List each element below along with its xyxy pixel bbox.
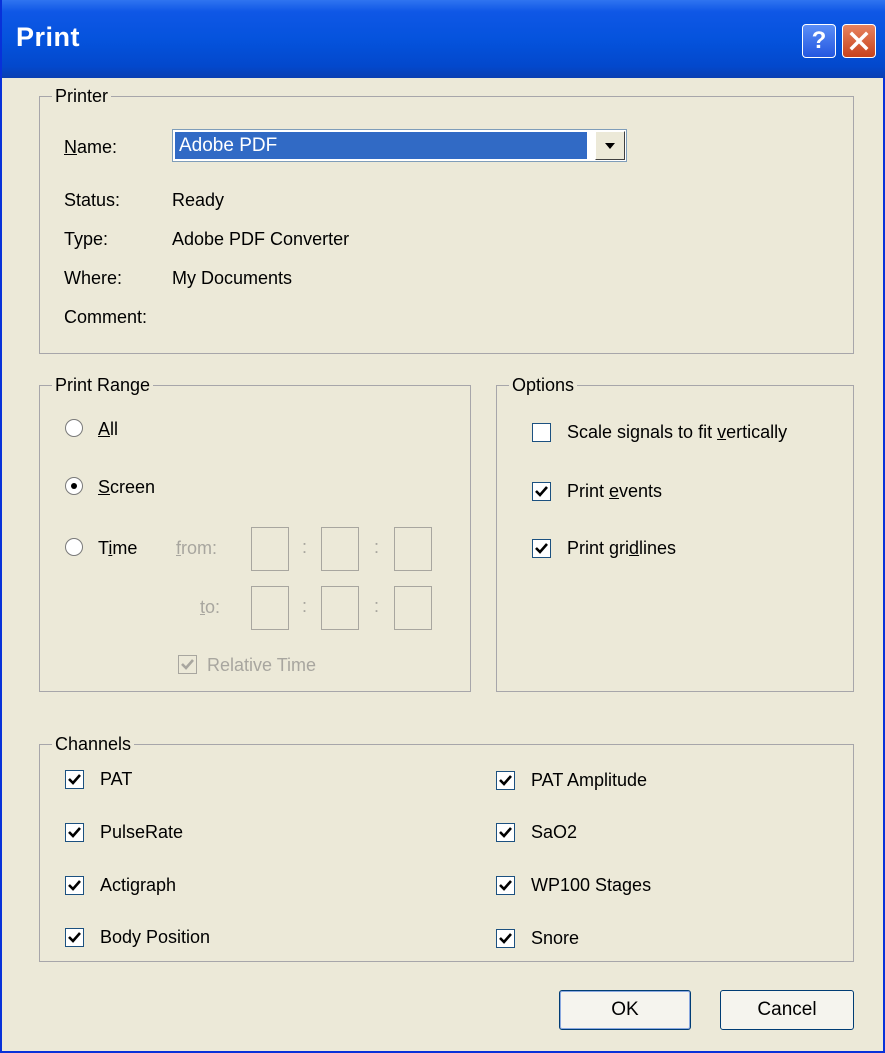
channel-label-snore[interactable]: Snore xyxy=(531,927,579,949)
from-colon-2: : xyxy=(374,537,380,557)
check-icon xyxy=(499,775,512,786)
channel-checkbox-pat[interactable] xyxy=(65,770,84,789)
options-legend: Options xyxy=(509,375,578,395)
from-colon-1: : xyxy=(302,537,308,557)
channel-label-pat[interactable]: PAT xyxy=(100,768,132,790)
channel-checkbox-pulserate[interactable] xyxy=(65,823,84,842)
from-hours-input[interactable] xyxy=(251,527,289,571)
relative-time-checkbox[interactable] xyxy=(178,655,197,674)
dropdown-button[interactable] xyxy=(595,131,625,160)
channel-label-pulserate[interactable]: PulseRate xyxy=(100,821,183,843)
channel-label-sao2[interactable]: SaO2 xyxy=(531,821,577,843)
radio-screen[interactable] xyxy=(65,477,83,495)
to-label: to: xyxy=(200,597,221,617)
check-icon xyxy=(68,932,81,943)
printer-name-select[interactable]: Adobe PDF xyxy=(172,129,627,162)
help-button[interactable]: ? xyxy=(802,24,836,58)
to-minutes-input[interactable] xyxy=(321,586,359,630)
from-seconds-input[interactable] xyxy=(394,527,432,571)
to-colon-1: : xyxy=(302,596,308,616)
type-value: Adobe PDF Converter xyxy=(172,229,350,249)
name-label: Name: xyxy=(64,137,118,157)
check-icon xyxy=(68,880,81,891)
close-icon xyxy=(849,31,869,51)
radio-all[interactable] xyxy=(65,419,83,437)
title-bar[interactable]: Print ? xyxy=(2,0,885,78)
printer-name-value: Adobe PDF xyxy=(175,132,587,159)
from-label: from: xyxy=(176,538,218,558)
scale-signals-label[interactable]: Scale signals to fit vertically xyxy=(567,421,787,443)
channel-checkbox-actigraph[interactable] xyxy=(65,876,84,895)
radio-all-label[interactable]: All xyxy=(98,418,118,440)
print-events-label[interactable]: Print events xyxy=(567,480,662,502)
check-icon xyxy=(68,827,81,838)
where-label: Where: xyxy=(64,268,123,288)
comment-label: Comment: xyxy=(64,307,148,327)
to-hours-input[interactable] xyxy=(251,586,289,630)
printer-legend: Printer xyxy=(52,86,112,106)
channel-checkbox-wp100-stages[interactable] xyxy=(496,876,515,895)
check-icon xyxy=(181,659,194,670)
channel-label-wp100-stages[interactable]: WP100 Stages xyxy=(531,874,651,896)
check-icon xyxy=(535,543,548,554)
check-icon xyxy=(535,486,548,497)
to-seconds-input[interactable] xyxy=(394,586,432,630)
ok-button[interactable]: OK xyxy=(559,990,691,1030)
print-events-checkbox[interactable] xyxy=(532,482,551,501)
channels-legend: Channels xyxy=(52,734,135,754)
chevron-down-icon xyxy=(605,142,615,149)
channel-label-actigraph[interactable]: Actigraph xyxy=(100,874,176,896)
to-colon-2: : xyxy=(374,596,380,616)
radio-time[interactable] xyxy=(65,538,83,556)
type-label: Type: xyxy=(64,229,109,249)
where-value: My Documents xyxy=(172,268,293,288)
check-icon xyxy=(499,933,512,944)
channel-label-body-position[interactable]: Body Position xyxy=(100,926,210,948)
channel-checkbox-pat-amplitude[interactable] xyxy=(496,771,515,790)
check-icon xyxy=(499,880,512,891)
radio-screen-label[interactable]: Screen xyxy=(98,476,155,498)
print-range-legend: Print Range xyxy=(52,375,154,395)
check-icon xyxy=(68,774,81,785)
scale-signals-checkbox[interactable] xyxy=(532,423,551,442)
print-gridlines-checkbox[interactable] xyxy=(532,539,551,558)
status-label: Status: xyxy=(64,190,121,210)
close-button[interactable] xyxy=(842,24,876,58)
status-value: Ready xyxy=(172,190,225,210)
radio-time-label[interactable]: Time xyxy=(98,537,137,559)
channel-label-pat-amplitude[interactable]: PAT Amplitude xyxy=(531,769,647,791)
print-gridlines-label[interactable]: Print gridlines xyxy=(567,537,676,559)
channel-checkbox-body-position[interactable] xyxy=(65,928,84,947)
from-minutes-input[interactable] xyxy=(321,527,359,571)
channel-checkbox-sao2[interactable] xyxy=(496,823,515,842)
check-icon xyxy=(499,827,512,838)
print-dialog: Print ? Printer Name: Adobe PDF Status: … xyxy=(0,0,885,1053)
channel-checkbox-snore[interactable] xyxy=(496,929,515,948)
help-icon: ? xyxy=(811,27,827,54)
dialog-title: Print xyxy=(16,22,81,52)
relative-time-label[interactable]: Relative Time xyxy=(207,654,316,676)
cancel-button[interactable]: Cancel xyxy=(720,990,854,1030)
